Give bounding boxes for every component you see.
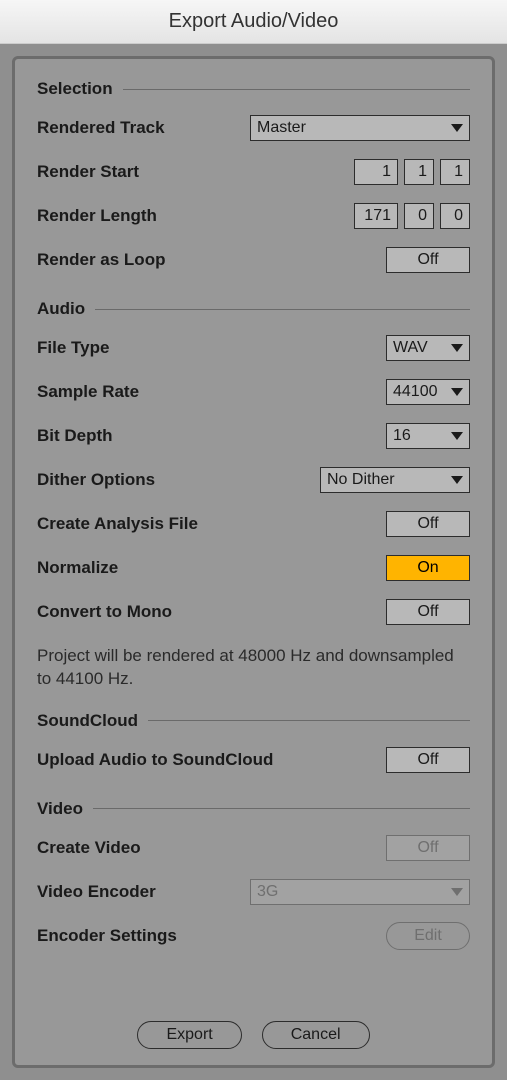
- window-title: Export Audio/Video: [169, 10, 339, 33]
- toggle-render-loop[interactable]: Off: [386, 247, 470, 273]
- dropdown-value: 44100: [393, 383, 445, 401]
- label-dither: Dither Options: [37, 470, 155, 490]
- render-start-group: 1 1 1: [354, 159, 470, 185]
- divider: [148, 720, 470, 721]
- row-encoder-settings: Encoder Settings Edit: [37, 921, 470, 951]
- toggle-convert-mono[interactable]: Off: [386, 599, 470, 625]
- dropdown-file-type[interactable]: WAV: [386, 335, 470, 361]
- chevron-down-icon: [451, 344, 463, 352]
- chevron-down-icon: [451, 124, 463, 132]
- render-length-beats[interactable]: 0: [404, 203, 434, 229]
- row-rendered-track: Rendered Track Master: [37, 113, 470, 143]
- chevron-down-icon: [451, 476, 463, 484]
- row-sample-rate: Sample Rate 44100: [37, 377, 470, 407]
- section-header-selection: Selection: [37, 79, 470, 99]
- audio-info-text: Project will be rendered at 48000 Hz and…: [37, 645, 470, 691]
- row-bit-depth: Bit Depth 16: [37, 421, 470, 451]
- label-normalize: Normalize: [37, 558, 118, 578]
- divider: [93, 808, 470, 809]
- section-label: SoundCloud: [37, 711, 138, 731]
- dropdown-dither[interactable]: No Dither: [320, 467, 470, 493]
- label-upload-soundcloud: Upload Audio to SoundCloud: [37, 750, 273, 770]
- row-render-loop: Render as Loop Off: [37, 245, 470, 275]
- render-length-group: 171 0 0: [354, 203, 470, 229]
- row-render-start: Render Start 1 1 1: [37, 157, 470, 187]
- row-video-encoder: Video Encoder 3G: [37, 877, 470, 907]
- section-label: Video: [37, 799, 83, 819]
- label-video-encoder: Video Encoder: [37, 882, 156, 902]
- label-analysis-file: Create Analysis File: [37, 514, 198, 534]
- window-titlebar: Export Audio/Video: [0, 0, 507, 44]
- label-render-loop: Render as Loop: [37, 250, 165, 270]
- render-length-bars[interactable]: 171: [354, 203, 398, 229]
- label-encoder-settings: Encoder Settings: [37, 926, 177, 946]
- dropdown-video-encoder: 3G: [250, 879, 470, 905]
- render-length-sixteenths[interactable]: 0: [440, 203, 470, 229]
- dropdown-value: 16: [393, 427, 445, 445]
- label-render-start: Render Start: [37, 162, 139, 182]
- dialog-footer: Export Cancel: [37, 1005, 470, 1049]
- row-upload-soundcloud: Upload Audio to SoundCloud Off: [37, 745, 470, 775]
- export-button[interactable]: Export: [137, 1021, 241, 1049]
- section-header-video: Video: [37, 799, 470, 819]
- dropdown-sample-rate[interactable]: 44100: [386, 379, 470, 405]
- row-dither: Dither Options No Dither: [37, 465, 470, 495]
- row-analysis-file: Create Analysis File Off: [37, 509, 470, 539]
- dropdown-bit-depth[interactable]: 16: [386, 423, 470, 449]
- dropdown-rendered-track[interactable]: Master: [250, 115, 470, 141]
- dropdown-value: No Dither: [327, 471, 445, 489]
- label-sample-rate: Sample Rate: [37, 382, 139, 402]
- label-convert-mono: Convert to Mono: [37, 602, 172, 622]
- section-header-soundcloud: SoundCloud: [37, 711, 470, 731]
- row-render-length: Render Length 171 0 0: [37, 201, 470, 231]
- toggle-analysis-file[interactable]: Off: [386, 511, 470, 537]
- chevron-down-icon: [451, 432, 463, 440]
- dialog-frame: Selection Rendered Track Master Render S…: [0, 44, 507, 1080]
- row-create-video: Create Video Off: [37, 833, 470, 863]
- label-bit-depth: Bit Depth: [37, 426, 113, 446]
- row-convert-mono: Convert to Mono Off: [37, 597, 470, 627]
- render-start-bars[interactable]: 1: [354, 159, 398, 185]
- section-label: Selection: [37, 79, 113, 99]
- dropdown-value: 3G: [257, 883, 445, 901]
- cancel-button[interactable]: Cancel: [262, 1021, 370, 1049]
- label-render-length: Render Length: [37, 206, 157, 226]
- section-label: Audio: [37, 299, 85, 319]
- render-start-beats[interactable]: 1: [404, 159, 434, 185]
- label-rendered-track: Rendered Track: [37, 118, 165, 138]
- divider: [95, 309, 470, 310]
- row-normalize: Normalize On: [37, 553, 470, 583]
- dropdown-value: WAV: [393, 339, 445, 357]
- toggle-create-video: Off: [386, 835, 470, 861]
- label-file-type: File Type: [37, 338, 109, 358]
- render-start-sixteenths[interactable]: 1: [440, 159, 470, 185]
- button-encoder-edit: Edit: [386, 922, 470, 950]
- toggle-upload-soundcloud[interactable]: Off: [386, 747, 470, 773]
- dropdown-value: Master: [257, 119, 445, 137]
- row-file-type: File Type WAV: [37, 333, 470, 363]
- dialog-body: Selection Rendered Track Master Render S…: [12, 56, 495, 1068]
- chevron-down-icon: [451, 888, 463, 896]
- section-header-audio: Audio: [37, 299, 470, 319]
- label-create-video: Create Video: [37, 838, 141, 858]
- toggle-normalize[interactable]: On: [386, 555, 470, 581]
- chevron-down-icon: [451, 388, 463, 396]
- divider: [123, 89, 470, 90]
